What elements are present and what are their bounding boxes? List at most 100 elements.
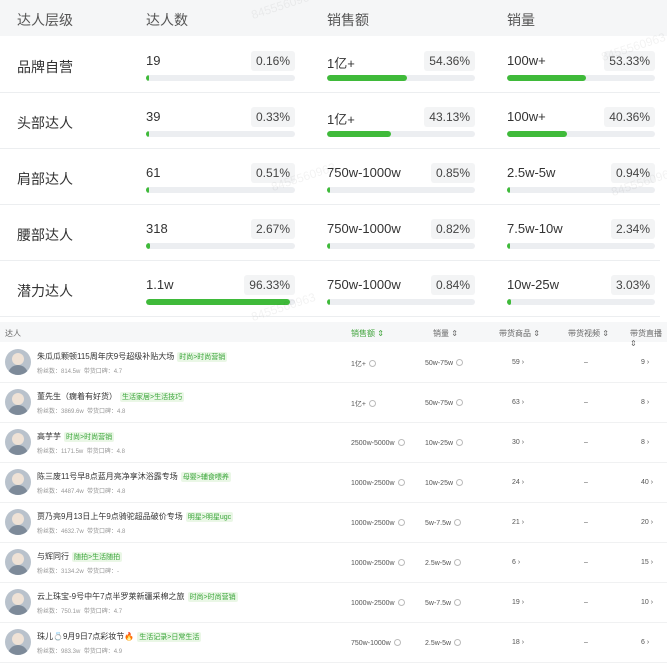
kol-volume-value: 5w-7.5w [425,520,452,527]
info-icon[interactable] [368,360,376,367]
kol-sales: 750w-1000w [351,639,401,647]
kol-goods[interactable]: 21 › [512,519,524,526]
avatar-face [12,473,24,485]
info-icon[interactable] [397,559,405,566]
kol-name[interactable]: 陈三废11号早8点蓝月亮净享沐浴露专场 [37,472,178,481]
kol-meta: 粉丝数：814.5w 带货口碑：4.7 [37,366,122,375]
info-icon[interactable] [456,399,464,406]
info-icon[interactable] [454,639,462,646]
avatar[interactable] [5,509,31,535]
kol-fans: 粉丝数：3869.6w [37,409,84,415]
avatar[interactable] [5,589,31,615]
avatar[interactable] [5,349,31,375]
header-sort-goods[interactable]: 带货商品 ⇕ [499,328,540,339]
tier-count-cell: 1.1w 96.33% [146,261,295,317]
kol-goods[interactable]: 59 › [512,359,524,366]
kol-category-tag: 生活记录>日常生活 [137,632,202,642]
info-icon[interactable] [454,559,462,566]
header-sort-volume[interactable]: 销量 ⇕ [433,328,458,339]
kol-goods[interactable]: 19 › [512,599,524,606]
kol-row[interactable]: 珠儿💍9月9日7点彩妆节🔥 生活记录>日常生活 粉丝数：983.3w 带货口碑：4… [0,623,667,663]
kol-goods[interactable]: 63 › [512,399,524,406]
tier-count-progress-fill [146,243,150,249]
tier-sales-cell: 1亿+ 43.13% [327,93,475,149]
kol-lives[interactable]: 40 › [641,479,653,486]
tier-volume-progress-fill [507,187,510,193]
kol-lives[interactable]: 8 › [641,399,649,406]
info-icon[interactable] [397,479,405,486]
tier-count-progress [146,187,295,193]
avatar[interactable] [5,469,31,495]
kol-row[interactable]: 陈三废11号早8点蓝月亮净享沐浴露专场 母婴>辅食喂养 粉丝数：4487.4w 带… [0,463,667,503]
kol-name[interactable]: 与辉同行 [37,552,69,561]
tier-volume-progress [507,75,655,81]
tier-volume-percent: 40.36% [604,107,655,127]
tier-volume-value: 10w-25w [507,277,560,292]
avatar[interactable] [5,389,31,415]
kol-lives[interactable]: 6 › [641,639,649,646]
tier-count-progress [146,243,295,249]
header-volume: 销量 [507,12,535,28]
kol-volume: 5w-7.5w [425,519,462,527]
kol-row[interactable]: 董先生（瘸着有好货） 生活家居>生活技巧 粉丝数：3869.6w 带货口碑：4.8… [0,383,667,423]
kol-category-tag: 时尚>时尚营销 [177,352,228,362]
tier-volume-percent: 0.94% [610,163,655,183]
tier-count-value: 318 [146,221,168,236]
tier-sales-value: 750w-1000w [327,221,401,236]
tier-volume-progress-fill [507,131,567,137]
kol-goods[interactable]: 30 › [512,439,524,446]
tier-sales-percent: 0.84% [430,275,475,295]
info-icon[interactable] [454,599,462,606]
info-icon[interactable] [456,439,464,446]
info-icon[interactable] [368,400,376,407]
avatar-face [12,433,24,445]
kol-goods[interactable]: 24 › [512,479,524,486]
kol-lives[interactable]: 20 › [641,519,653,526]
tier-sales-percent: 54.36% [424,51,475,71]
avatar[interactable] [5,429,31,455]
info-icon[interactable] [397,439,405,446]
kol-volume: 50w-75w [425,359,464,367]
kol-name[interactable]: 朱瓜瓜颗顿115周年庆9号超级补贴大场 [37,352,174,361]
kol-lives[interactable]: 10 › [641,599,653,606]
kol-lives[interactable]: 8 › [641,439,649,446]
kol-lives[interactable]: 15 › [641,559,653,566]
kol-name[interactable]: 董先生（瘸着有好货） [37,392,117,401]
kol-meta: 粉丝数：4632.7w 带货口碑：4.8 [37,526,125,535]
avatar-face [12,633,24,645]
info-icon[interactable] [397,599,405,606]
info-icon[interactable] [393,639,401,646]
kol-row[interactable]: 与辉同行 随拍>生活随拍 粉丝数：3134.2w 带货口碑：- 1000w-250… [0,543,667,583]
kol-name-line: 贾乃亮9月13日上午9点骑驼超品破价专场 明星>明星ugc [37,511,234,522]
tier-count-progress-fill [146,75,149,81]
kol-name[interactable]: 珠儿💍9月9日7点彩妆节🔥 [37,632,134,641]
kol-row[interactable]: 朱瓜瓜颗顿115周年庆9号超级补贴大场 时尚>时尚营销 粉丝数：814.5w 带货… [0,343,667,383]
kol-sales-value: 1000w-2500w [351,520,395,527]
tier-sales-value: 750w-1000w [327,165,401,180]
kol-row[interactable]: 云上珠宝-9号中午7点半罗莱新疆采棉之旅 时尚>时尚营销 粉丝数：750.1w 带… [0,583,667,623]
info-icon[interactable] [454,519,462,526]
avatar[interactable] [5,549,31,575]
kol-name[interactable]: 高芋芋 [37,432,61,441]
kol-goods[interactable]: 6 › [512,559,520,566]
kol-row[interactable]: 高芋芋 时尚>时尚营销 粉丝数：1171.5w 带货口碑：4.8 2500w-50… [0,423,667,463]
kol-lives[interactable]: 9 › [641,359,649,366]
kol-videos: – [584,559,588,566]
avatar[interactable] [5,629,31,655]
tier-name: 肩部达人 [17,171,73,187]
tier-count-cell: 61 0.51% [146,149,295,205]
kol-goods[interactable]: 18 › [512,639,524,646]
kol-name[interactable]: 贾乃亮9月13日上午9点骑驼超品破价专场 [37,512,183,521]
info-icon[interactable] [456,359,464,366]
info-icon[interactable] [456,479,464,486]
avatar-body [8,525,28,535]
header-sort-sales[interactable]: 销售额 ⇕ [351,328,384,339]
kol-name[interactable]: 云上珠宝-9号中午7点半罗莱新疆采棉之旅 [37,592,185,601]
header-sort-videos[interactable]: 带货视频 ⇕ [568,328,609,339]
kol-row[interactable]: 贾乃亮9月13日上午9点骑驼超品破价专场 明星>明星ugc 粉丝数：4632.7w… [0,503,667,543]
kol-fans: 粉丝数：750.1w [37,609,81,615]
info-icon[interactable] [397,519,405,526]
kol-videos: – [584,639,588,646]
tier-sales-progress [327,187,475,193]
kol-volume-value: 50w-75w [425,400,454,407]
